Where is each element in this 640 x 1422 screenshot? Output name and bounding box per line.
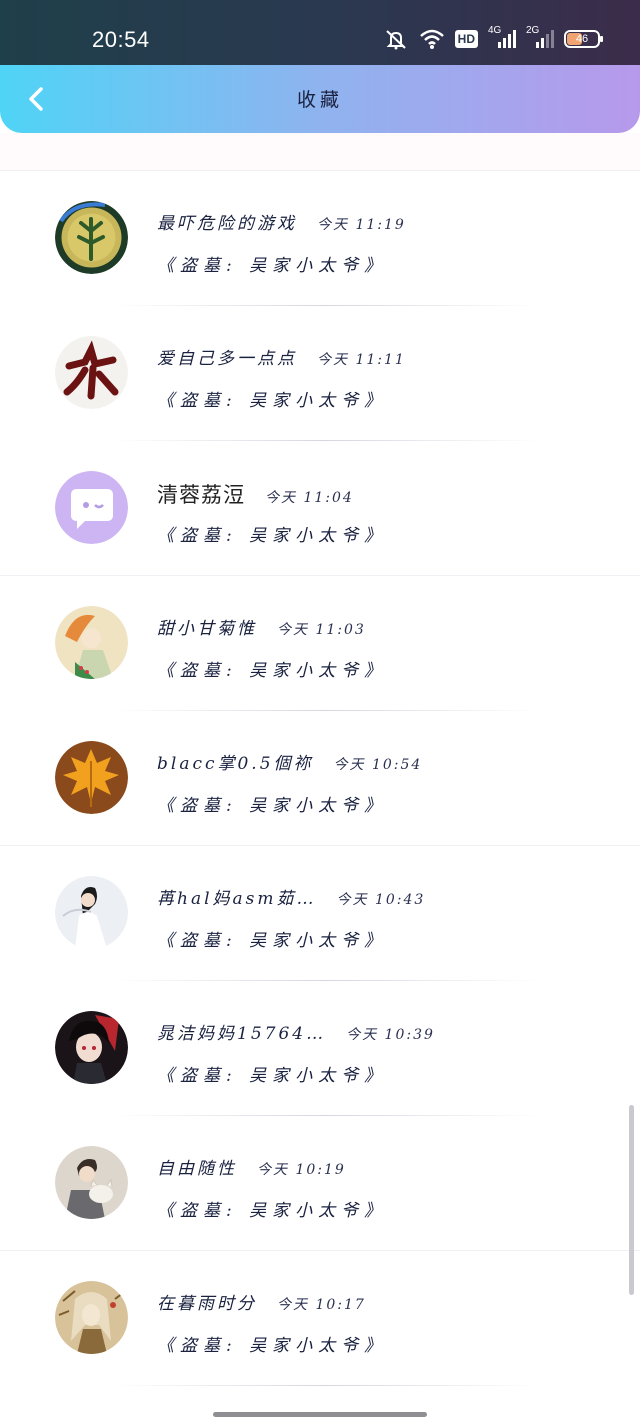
- book-title[interactable]: 《盗墓: 吴家小太爷》: [157, 251, 387, 276]
- avatar[interactable]: [55, 606, 128, 679]
- default-chat-avatar-icon: [55, 471, 128, 544]
- username[interactable]: 爱自己多一点点: [157, 344, 297, 369]
- timestamp: 今天 10:19: [257, 1162, 346, 1178]
- header-bar: 收藏: [0, 65, 640, 133]
- favorite-item[interactable]: 自由随性 今天 10:19 《盗墓: 吴家小太爷》: [0, 1116, 640, 1251]
- favorite-item[interactable]: 苒hal妈asm茹… 今天 10:43 《盗墓: 吴家小太爷》: [0, 846, 640, 981]
- boy-with-cat-avatar-icon: [55, 1146, 128, 1219]
- anime-girl-avatar-icon: [55, 606, 128, 679]
- timestamp: 今天 11:03: [277, 622, 366, 638]
- dark-anime-avatar-icon: [55, 1011, 128, 1084]
- name-line: 爱自己多一点点 今天 11:11: [157, 344, 406, 369]
- favorite-item[interactable]: 最吓危险的游戏 今天 11:19 《盗墓: 吴家小太爷》: [0, 171, 640, 306]
- avatar[interactable]: [55, 876, 128, 949]
- book-title[interactable]: 《盗墓: 吴家小太爷》: [157, 791, 387, 816]
- scrollbar[interactable]: [629, 1105, 634, 1295]
- favorite-item[interactable]: 甜小甘菊惟 今天 11:03 《盗墓: 吴家小太爷》: [0, 576, 640, 711]
- avatar[interactable]: [55, 471, 128, 544]
- home-indicator[interactable]: [213, 1412, 427, 1417]
- username[interactable]: 晁洁妈妈15764…: [157, 1019, 326, 1044]
- battery-level: 46: [575, 33, 589, 45]
- username[interactable]: 最吓危险的游戏: [157, 209, 297, 234]
- name-line: 自由随性 今天 10:19: [157, 1154, 346, 1179]
- battery-icon: 46: [564, 30, 603, 48]
- favorite-item[interactable]: blacc掌0.5個祢 今天 10:54 《盗墓: 吴家小太爷》: [0, 711, 640, 846]
- timestamp: 今天 11:11: [317, 352, 406, 368]
- username[interactable]: 苒hal妈asm茹…: [157, 884, 317, 909]
- timestamp: 今天 11:04: [265, 490, 354, 506]
- timestamp: 今天 10:43: [336, 892, 426, 908]
- book-title[interactable]: 《盗墓: 吴家小太爷》: [157, 1331, 387, 1356]
- avatar[interactable]: [55, 1011, 128, 1084]
- avatar[interactable]: [55, 1281, 128, 1354]
- favorite-item[interactable]: 清蓉荔浢 今天 11:04 《盗墓: 吴家小太爷》: [0, 441, 640, 576]
- favorite-item[interactable]: 晁洁妈妈15764… 今天 10:39 《盗墓: 吴家小太爷》: [0, 981, 640, 1116]
- avatar[interactable]: [55, 336, 128, 409]
- book-title[interactable]: 《盗墓: 吴家小太爷》: [157, 1061, 387, 1086]
- book-title[interactable]: 《盗墓: 吴家小太爷》: [157, 521, 387, 546]
- status-icons: HD 4G 2G 46: [383, 25, 603, 50]
- maple-leaf-avatar-icon: [55, 741, 128, 814]
- sepia-anime-avatar-icon: [55, 1281, 128, 1354]
- avatar[interactable]: [55, 201, 128, 274]
- book-title[interactable]: 《盗墓: 吴家小太爷》: [157, 1196, 387, 1221]
- calligraphy-avatar-icon: [55, 336, 128, 409]
- hd-icon: HD: [454, 30, 478, 48]
- name-line: 最吓危险的游戏 今天 11:19: [157, 209, 406, 234]
- timestamp: 今天 10:39: [346, 1027, 435, 1043]
- favorite-item[interactable]: 爱自己多一点点 今天 11:11 《盗墓: 吴家小太爷》: [0, 306, 640, 441]
- book-title[interactable]: 《盗墓: 吴家小太爷》: [157, 656, 387, 681]
- username[interactable]: 自由随性: [157, 1154, 237, 1179]
- name-line: 在暮雨时分 今天 10:17: [157, 1289, 366, 1314]
- timestamp: 今天 10:54: [333, 757, 423, 773]
- girl-white-dress-avatar-icon: [55, 876, 128, 949]
- username[interactable]: 清蓉荔浢: [157, 479, 245, 509]
- username[interactable]: 甜小甘菊惟: [157, 614, 257, 639]
- name-line: 苒hal妈asm茹… 今天 10:43: [157, 884, 425, 909]
- avatar[interactable]: [55, 741, 128, 814]
- signal-4g-icon: 4G: [488, 25, 516, 50]
- list-item-partial[interactable]: [0, 133, 640, 171]
- timestamp: 今天 10:17: [277, 1297, 366, 1313]
- name-line: 清蓉荔浢 今天 11:04: [157, 479, 354, 509]
- mute-bell-icon: [385, 30, 406, 50]
- name-line: 甜小甘菊惟 今天 11:03: [157, 614, 366, 639]
- favorite-item[interactable]: 在暮雨时分 今天 10:17 《盗墓: 吴家小太爷》: [0, 1251, 640, 1386]
- wifi-icon: [419, 29, 444, 49]
- book-title[interactable]: 《盗墓: 吴家小太爷》: [157, 926, 387, 951]
- page-title: 收藏: [296, 89, 343, 111]
- divider: [112, 1385, 540, 1386]
- green-coin-avatar-icon: [55, 201, 128, 274]
- book-title[interactable]: 《盗墓: 吴家小太爷》: [157, 386, 387, 411]
- username[interactable]: blacc掌0.5個祢: [157, 749, 314, 774]
- name-line: blacc掌0.5個祢 今天 10:54: [157, 749, 422, 774]
- signal-2g-icon: 2G: [526, 25, 554, 50]
- status-time: 20:54: [92, 27, 150, 52]
- name-line: 晁洁妈妈15764… 今天 10:39: [157, 1019, 435, 1044]
- favorites-list[interactable]: 最吓危险的游戏 今天 11:19 《盗墓: 吴家小太爷》 爱自己多一点点 今天 …: [0, 133, 640, 1403]
- timestamp: 今天 11:19: [317, 217, 406, 233]
- avatar[interactable]: [55, 1146, 128, 1219]
- username[interactable]: 在暮雨时分: [157, 1289, 257, 1314]
